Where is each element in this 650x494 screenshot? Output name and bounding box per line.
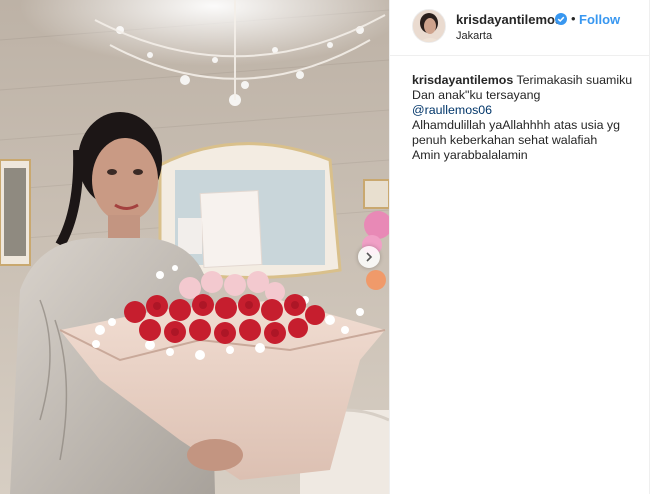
caption-line: Terimakasih suamiku [516, 73, 633, 87]
avatar[interactable] [412, 9, 446, 43]
post-photo[interactable] [0, 0, 389, 494]
caption-line: Alhamdulillah yaAllahhhh atas usia yg [412, 118, 621, 132]
caption-line: Dan anak"ku tersayang [412, 88, 541, 102]
caption-line: penuh keberkahan sehat walafiah [412, 133, 598, 147]
avatar-image [413, 10, 445, 42]
follow-button[interactable]: Follow [579, 12, 620, 27]
post-side-panel: krisdayantilemos • Follow Jakarta krisda… [389, 0, 650, 494]
post-caption: krisdayantilemos Terimakasih suamiku Dan… [412, 73, 644, 163]
separator-dot: • [571, 11, 576, 26]
caption-mention-link[interactable]: @raullemos06 [412, 103, 492, 117]
author-username[interactable]: krisdayantilemos [456, 12, 562, 27]
chevron-right-icon [366, 252, 373, 262]
caption-username[interactable]: krisdayantilemos [412, 73, 513, 87]
photo-illustration [0, 0, 389, 494]
next-photo-button[interactable] [358, 246, 380, 268]
instagram-post: krisdayantilemos • Follow Jakarta krisda… [0, 0, 650, 494]
location-link[interactable]: Jakarta [456, 30, 492, 42]
caption-line: Amin yarabbalalamin [412, 148, 528, 162]
verified-badge-icon [555, 13, 567, 25]
post-header: krisdayantilemos • Follow Jakarta [390, 0, 650, 56]
